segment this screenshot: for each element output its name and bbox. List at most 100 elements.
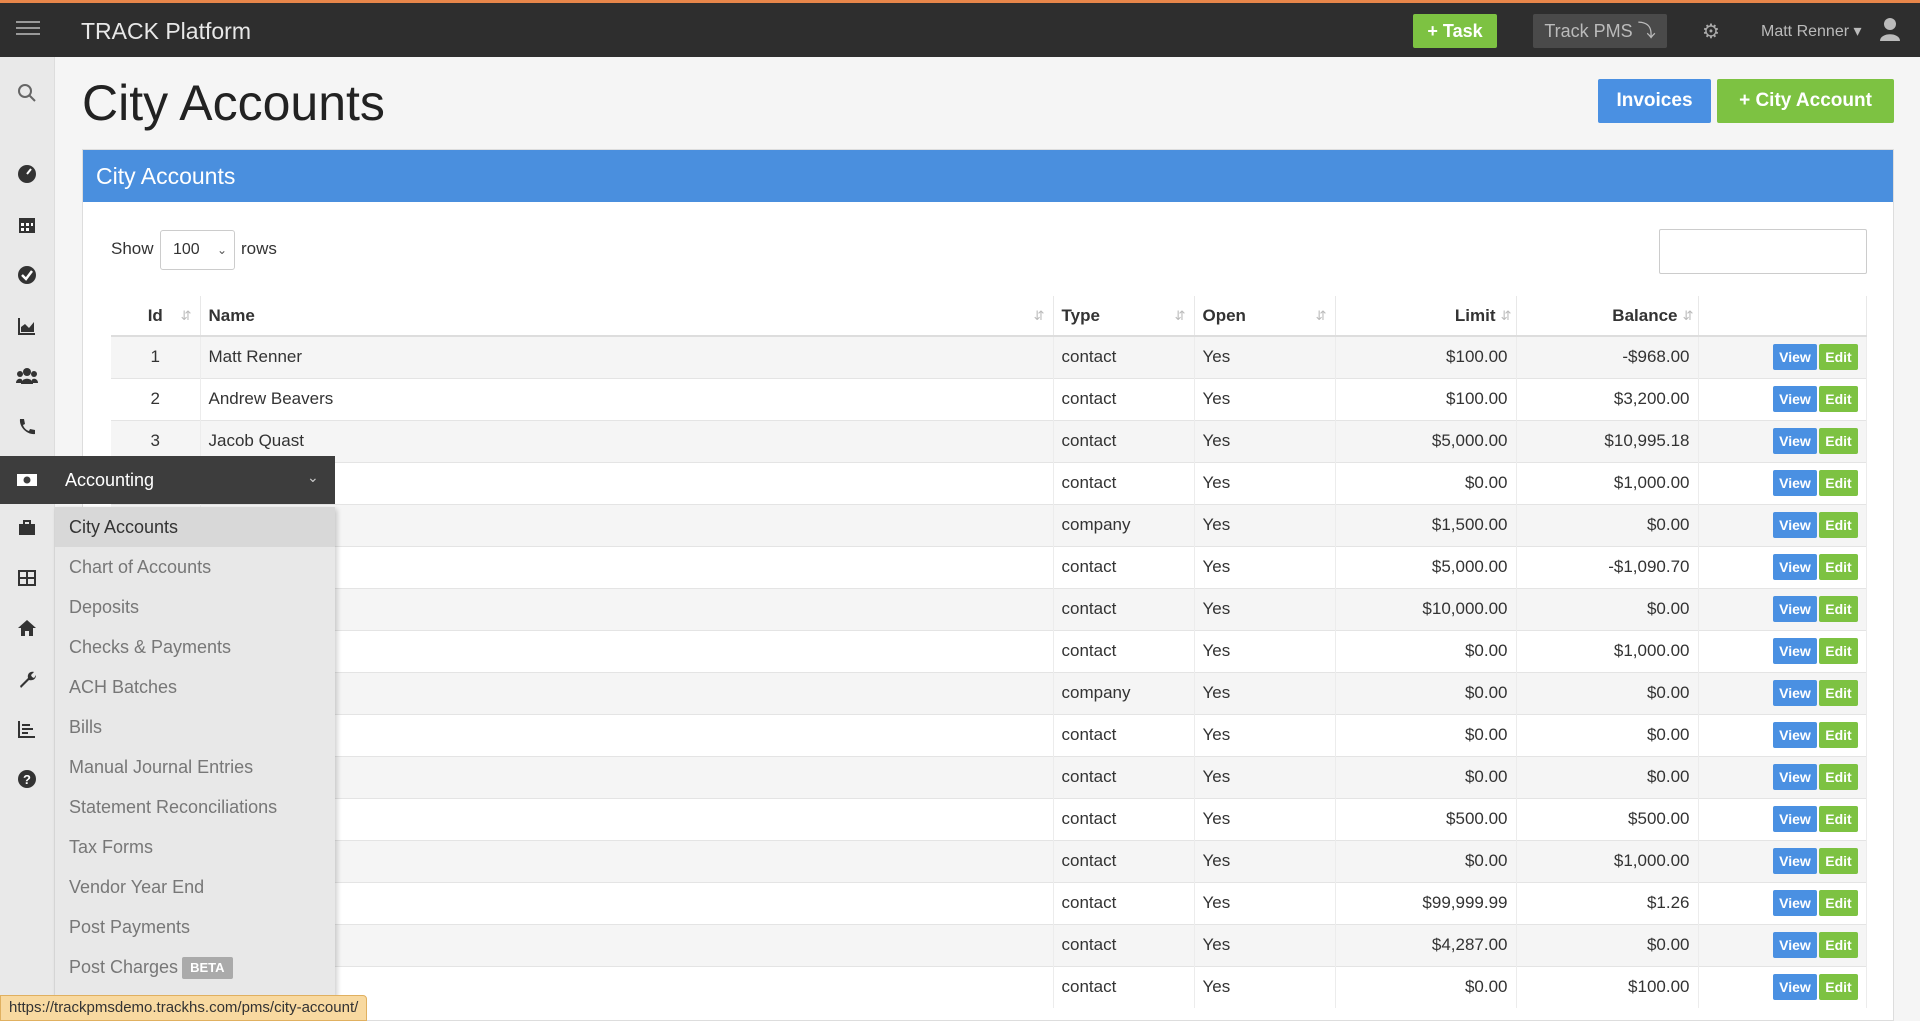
edit-button[interactable]: Edit [1819,848,1858,874]
home-icon[interactable] [15,618,39,642]
submenu-item[interactable]: Bills [55,707,335,747]
cell-balance: $0.00 [1516,755,1699,798]
icon-sidebar: ? [0,57,55,1021]
edit-button[interactable]: Edit [1819,974,1858,1001]
table-header-row: Id ⇵ Name ⇵ Type ⇵ Open ⇵ Limit ⇵ Balance ⇵ [111,296,1867,337]
check-circle-icon[interactable] [15,265,39,289]
view-button[interactable]: View [1773,680,1817,706]
table-row: gcontactYes$4,287.00$0.00ViewEdit [111,923,1867,966]
column-header-limit[interactable]: Limit ⇵ [1335,296,1517,337]
view-button[interactable]: View [1773,764,1817,790]
cell-id: 1 [111,335,201,378]
edit-button[interactable]: Edit [1819,512,1858,538]
view-button[interactable]: View [1773,932,1817,958]
edit-button[interactable]: Edit [1819,890,1858,916]
view-button[interactable]: View [1773,428,1817,454]
cell-actions: View Edit [1698,671,1867,714]
accounting-submenu: City Accounts Chart of Accounts Deposits Ch… [55,507,335,997]
invoices-button[interactable]: Invoices [1598,79,1711,123]
page-size-value: 100 [173,241,200,258]
column-header-id[interactable]: Id ⇵ [111,296,201,337]
cell-type: contact [1053,629,1195,672]
page-size-select[interactable]: 100 ⌄ [160,230,235,270]
column-header-open[interactable]: Open ⇵ [1194,296,1336,337]
edit-button[interactable]: Edit [1819,596,1858,622]
cell-open: Yes [1194,545,1336,588]
edit-button[interactable]: Edit [1819,638,1858,664]
settings-gear-icon[interactable]: ⚙ [1702,19,1720,44]
submenu-item[interactable]: City Accounts [55,507,335,547]
calendar-icon[interactable] [15,215,39,239]
submenu-item[interactable]: Vendor Year End [55,867,335,907]
cell-type: company [1053,671,1195,714]
submenu-item[interactable]: Statement Reconciliations [55,787,335,827]
submenu-item-label: Vendor Year End [69,877,205,897]
add-city-account-button[interactable]: + City Account [1717,79,1894,123]
edit-button[interactable]: Edit [1819,386,1858,412]
track-pms-button[interactable]: Track PMS ⤵ [1533,14,1667,48]
submenu-item[interactable]: Post Charges BETA [55,947,335,987]
user-avatar-icon[interactable] [1879,17,1901,41]
cell-balance: $10,995.18 [1516,419,1699,462]
submenu-item[interactable]: Post Payments [55,907,335,947]
cell-balance: $100.00 [1516,965,1699,1008]
view-button[interactable]: View [1773,470,1817,496]
view-button[interactable]: View [1773,806,1817,832]
column-header-label: Id [147,305,163,325]
edit-button[interactable]: Edit [1819,764,1858,790]
edit-button[interactable]: Edit [1819,554,1858,580]
table-row: 1 Matt Renner contact Yes $100.00 -$968.00 Vie… [111,335,1867,378]
cell-open: Yes [1194,713,1336,756]
submenu-item[interactable]: ACH Batches [55,667,335,707]
grid-icon[interactable] [15,568,39,592]
edit-button[interactable]: Edit [1819,428,1858,454]
dashboard-icon[interactable] [15,164,39,188]
edit-button[interactable]: Edit [1819,470,1858,496]
view-button[interactable]: View [1773,386,1817,412]
view-button[interactable]: View [1773,512,1817,538]
wrench-icon[interactable] [15,669,39,693]
view-button[interactable]: View [1773,596,1817,622]
add-task-button[interactable]: + Task [1413,14,1497,48]
submenu-item-label: Statement Reconciliations [69,797,278,817]
table-row: 3 Jacob Quast contact Yes $5,000.00 $10,995.1… [111,419,1867,462]
submenu-item[interactable]: Checks & Payments [55,627,335,667]
search-input[interactable] [1659,229,1867,274]
help-icon[interactable]: ? [15,769,39,793]
area-chart-icon[interactable] [15,316,39,340]
column-header-name[interactable]: Name ⇵ [200,296,1054,337]
view-button[interactable]: View [1773,890,1817,916]
bar-chart-icon[interactable] [15,719,39,743]
submenu-item[interactable]: Deposits [55,587,335,627]
view-button[interactable]: View [1773,974,1817,1001]
app-title[interactable]: TRACK Platform [81,18,251,45]
column-header-label: Type [1061,305,1100,325]
column-header-type[interactable]: Type ⇵ [1053,296,1195,337]
view-button[interactable]: View [1773,848,1817,874]
submenu-item[interactable]: Manual Journal Entries [55,747,335,787]
accounting-menu-header[interactable]: Accounting ⌄ [0,456,335,504]
edit-button[interactable]: Edit [1819,932,1858,958]
show-label: Show [111,239,154,258]
view-button[interactable]: View [1773,554,1817,580]
view-button[interactable]: View [1773,344,1817,371]
edit-button[interactable]: Edit [1819,806,1858,832]
edit-button[interactable]: Edit [1819,680,1858,706]
cell-actions: View Edit [1698,419,1867,462]
edit-button[interactable]: Edit [1819,344,1858,371]
submenu-item[interactable]: Chart of Accounts [55,547,335,587]
sort-icon: ⇵ [1500,308,1512,323]
submenu-item[interactable]: Tax Forms [55,827,335,867]
cell-open: Yes [1194,377,1336,420]
menu-toggle-icon[interactable] [16,21,40,37]
view-button[interactable]: View [1773,638,1817,664]
users-icon[interactable] [15,366,39,390]
view-button[interactable]: View [1773,722,1817,748]
search-icon[interactable] [15,83,39,107]
edit-button[interactable]: Edit [1819,722,1858,748]
phone-icon[interactable] [15,417,39,441]
column-header-balance[interactable]: Balance ⇵ [1516,296,1699,337]
user-menu[interactable]: Matt Renner ▾ [1761,21,1862,41]
briefcase-icon[interactable] [15,518,39,542]
submenu-item-label: Chart of Accounts [69,557,212,577]
